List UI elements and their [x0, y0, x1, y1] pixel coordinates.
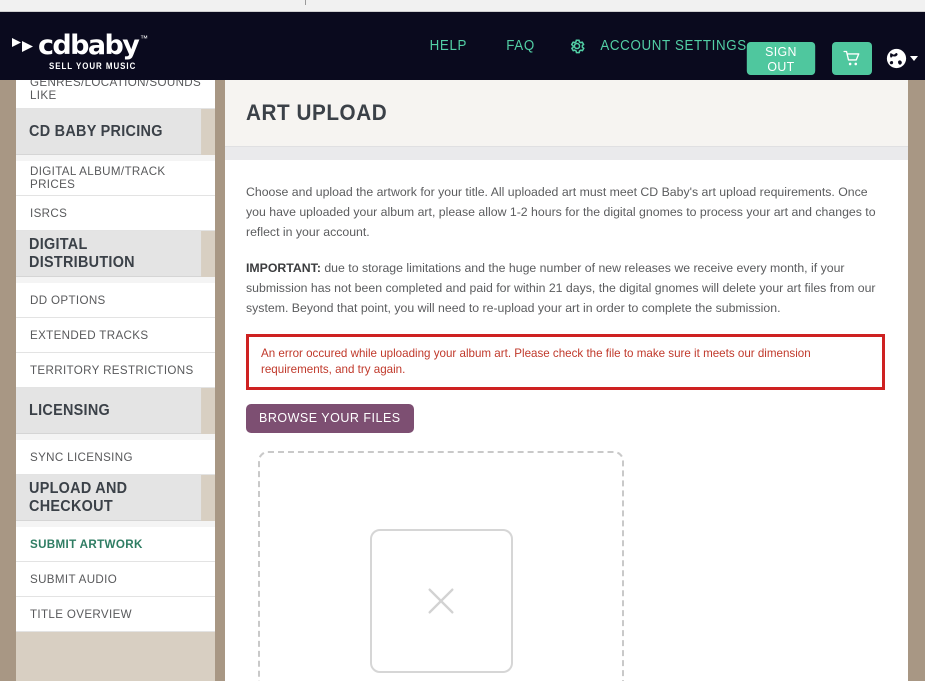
intro-paragraph: Choose and upload the artwork for your t…	[246, 185, 876, 239]
page-root: cdbaby ™ SELL YOUR MUSIC HELP FAQ ACCOUN…	[0, 0, 925, 681]
sidebar-item-genres-location-sounds-like[interactable]: GENRES/LOCATION/SOUNDS LIKE	[16, 80, 215, 109]
sidebar-item-dd-options[interactable]: DD OPTIONS	[16, 283, 215, 318]
sidebar-item-territory-restrictions[interactable]: TERRITORY RESTRICTIONS	[16, 353, 215, 388]
shopping-cart-icon	[843, 50, 860, 65]
browser-chrome-tick	[305, 0, 306, 5]
broken-image-placeholder	[369, 529, 513, 673]
page-title: ART UPLOAD	[246, 100, 388, 125]
sidebar-item-isrcs[interactable]: ISRCS	[16, 196, 215, 231]
browse-your-files-button[interactable]: BROWSE YOUR FILES	[246, 404, 414, 433]
sidebar-item-submit-audio[interactable]: SUBMIT AUDIO	[16, 562, 215, 597]
play-triangles-icon	[12, 38, 33, 52]
cart-button[interactable]	[832, 42, 872, 75]
nav-links: HELP FAQ ACCOUNT SETTINGS	[410, 12, 791, 80]
language-selector[interactable]	[886, 48, 918, 69]
content-header: ART UPLOAD	[225, 80, 908, 146]
sidebar-item-sync-licensing[interactable]: SYNC LICENSING	[16, 440, 215, 475]
sidebar-item-extended-tracks[interactable]: EXTENDED TRACKS	[16, 318, 215, 353]
nav-link-faq[interactable]: FAQ	[489, 38, 551, 54]
broken-image-x-icon	[428, 588, 454, 614]
nav-link-help[interactable]: HELP	[413, 38, 484, 54]
important-label: IMPORTANT:	[246, 261, 321, 275]
sign-out-button[interactable]: SIGN OUT	[746, 42, 816, 75]
important-paragraph: IMPORTANT: due to storage limitations an…	[246, 258, 876, 318]
main-content-panel: ART UPLOAD Choose and upload the artwork…	[225, 80, 908, 681]
error-message-box: An error occured while uploading your al…	[246, 334, 885, 390]
sidebar-section-header[interactable]: UPLOAD AND CHECKOUT	[16, 475, 202, 521]
sidebar-navigation: GENRES/LOCATION/SOUNDS LIKE CD BABY PRICI…	[16, 80, 215, 681]
logo-trademark: ™	[140, 34, 148, 43]
header-divider	[225, 146, 908, 160]
top-navigation-bar: cdbaby ™ SELL YOUR MUSIC HELP FAQ ACCOUN…	[0, 12, 925, 80]
error-message-text: An error occured while uploading your al…	[261, 347, 811, 376]
browser-chrome-strip	[0, 0, 925, 12]
content-body: Choose and upload the artwork for your t…	[225, 160, 908, 681]
important-text: due to storage limitations and the huge …	[246, 261, 876, 315]
account-settings-label: ACCOUNT SETTINGS	[600, 38, 747, 54]
globe-icon	[886, 48, 907, 69]
sidebar-item-submit-artwork[interactable]: SUBMIT ARTWORK	[16, 527, 215, 562]
page-right-margin	[908, 80, 925, 681]
sidebar-section-header[interactable]: LICENSING	[16, 388, 202, 434]
sidebar-item-digital-album-track-prices[interactable]: DIGITAL ALBUM/TRACK PRICES	[16, 161, 215, 196]
artwork-dropzone[interactable]	[258, 451, 624, 681]
sidebar-section-header[interactable]: CD BABY PRICING	[16, 109, 202, 155]
gear-icon	[570, 39, 585, 54]
sidebar-section-header[interactable]: DIGITAL DISTRIBUTION	[16, 231, 202, 277]
sidebar-item-title-overview[interactable]: TITLE OVERVIEW	[16, 597, 215, 632]
logo-wordmark: cdbaby	[38, 30, 140, 61]
cdbaby-logo[interactable]: cdbaby ™ SELL YOUR MUSIC	[12, 30, 152, 76]
chevron-down-icon	[910, 56, 918, 61]
logo-tagline: SELL YOUR MUSIC	[49, 61, 137, 71]
